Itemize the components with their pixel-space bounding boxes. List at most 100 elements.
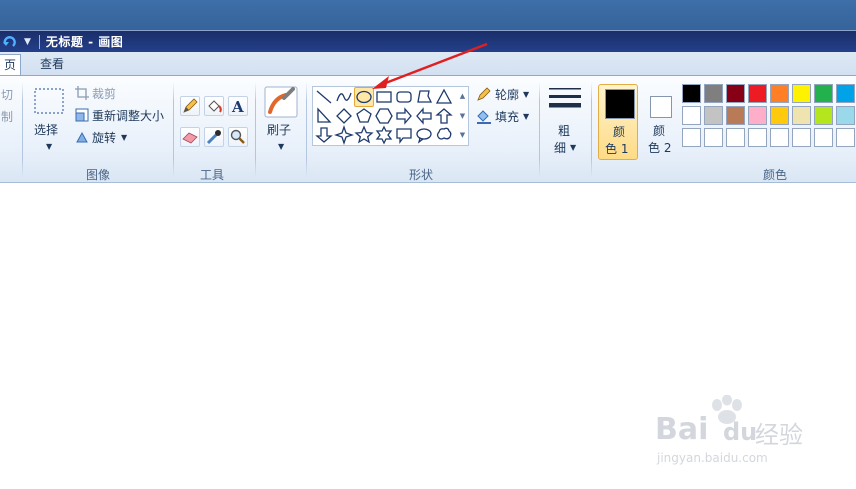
outline-dropdown-icon[interactable]: ▼ [523, 90, 529, 99]
palette-swatch[interactable] [814, 84, 833, 103]
palette-swatch[interactable] [726, 106, 745, 125]
select-label: 选择 [34, 123, 59, 137]
outline-pencil-icon [477, 87, 491, 101]
palette-swatch[interactable] [792, 84, 811, 103]
text-a-icon: A [231, 98, 244, 116]
magnifier-button[interactable] [228, 127, 248, 147]
up-arrow-shape-icon[interactable] [434, 106, 454, 126]
palette-swatch[interactable] [748, 106, 767, 125]
quick-access-dropdown-icon[interactable]: ▼ [24, 37, 31, 47]
outline-button[interactable]: 轮廓 [495, 86, 519, 103]
six-point-star-shape-icon[interactable] [374, 125, 394, 145]
cloud-callout-shape-icon[interactable] [434, 125, 454, 145]
shapes-group-label: 形状 [409, 168, 434, 182]
copy-button[interactable]: 制 [1, 108, 13, 125]
rotate-button[interactable]: 旋转 [92, 129, 116, 146]
group-divider [173, 82, 174, 178]
color2-swatch [650, 96, 672, 118]
group-divider [306, 82, 307, 178]
palette-swatch[interactable] [682, 128, 701, 147]
left-arrow-shape-icon[interactable] [414, 106, 434, 126]
color-picker-button[interactable] [204, 127, 224, 147]
shapes-expand-icon[interactable]: ▼ [457, 125, 468, 145]
palette-swatch[interactable] [770, 106, 789, 125]
color2-button[interactable]: 颜 色 2 [640, 84, 680, 160]
fill-button[interactable]: 填充 [495, 108, 519, 125]
palette-swatch[interactable] [704, 84, 723, 103]
watermark-brand: Bai [655, 412, 709, 447]
text-button[interactable]: A [228, 96, 248, 116]
fill-bucket-small-icon [477, 110, 491, 124]
shapes-gallery [312, 86, 469, 146]
group-divider [539, 82, 540, 178]
pentagon-shape-icon[interactable] [354, 106, 374, 126]
palette-swatch[interactable] [770, 84, 789, 103]
cut-button[interactable]: 切 [1, 86, 13, 103]
eraser-icon [182, 132, 198, 144]
right-triangle-shape-icon[interactable] [314, 106, 334, 126]
palette-swatch[interactable] [682, 106, 701, 125]
size-label-line1: 粗 [558, 124, 571, 138]
shapes-scroll-down-icon[interactable]: ▼ [457, 106, 468, 126]
curve-shape-icon[interactable] [334, 87, 354, 107]
palette-swatch[interactable] [682, 84, 701, 103]
size-button[interactable]: 粗 细 ▼ [546, 84, 586, 158]
palette-swatch[interactable] [726, 128, 745, 147]
palette-swatch[interactable] [814, 128, 833, 147]
window-title: 无标题 - 画图 [45, 35, 124, 49]
color1-label-line1: 颜 [613, 125, 626, 139]
palette-swatch[interactable] [814, 106, 833, 125]
redo-icon[interactable] [2, 34, 18, 50]
rotate-dropdown-icon[interactable]: ▼ [121, 133, 127, 142]
rounded-rectangle-shape-icon[interactable] [394, 87, 414, 107]
shapes-scroll-up-icon[interactable]: ▲ [457, 86, 468, 106]
right-arrow-shape-icon[interactable] [394, 106, 414, 126]
size-label-line2: 细 [554, 141, 567, 155]
line-shape-icon[interactable] [314, 87, 334, 107]
title-bar: ▼ 无标题 - 画图 [0, 30, 856, 52]
pencil-button[interactable] [180, 96, 200, 116]
eyedropper-icon [206, 130, 221, 145]
tab-view[interactable]: 查看 [28, 54, 76, 77]
resize-button[interactable]: 重新调整大小 [92, 107, 164, 124]
palette-swatch[interactable] [704, 128, 723, 147]
palette-swatch[interactable] [748, 128, 767, 147]
palette-swatch[interactable] [836, 84, 855, 103]
color1-button[interactable]: 颜 色 1 [598, 84, 638, 160]
palette-swatch[interactable] [836, 128, 855, 147]
palette-swatch[interactable] [792, 128, 811, 147]
watermark-brand-suffix: du [723, 418, 758, 446]
select-button[interactable]: 选择 ▼ [30, 86, 68, 158]
tab-home[interactable]: 页 [0, 54, 22, 77]
rect-callout-shape-icon[interactable] [394, 125, 414, 145]
palette-swatch[interactable] [726, 84, 745, 103]
down-arrow-shape-icon[interactable] [314, 125, 334, 145]
triangle-shape-icon[interactable] [434, 87, 454, 107]
four-point-star-shape-icon[interactable] [334, 125, 354, 145]
select-dropdown-icon: ▼ [46, 142, 53, 151]
group-divider [22, 82, 23, 178]
rectangle-shape-icon[interactable] [374, 87, 394, 107]
brushes-button[interactable]: 刷子 ▼ [261, 84, 301, 158]
fill-dropdown-icon[interactable]: ▼ [523, 112, 529, 121]
fill-bucket-button[interactable] [204, 96, 224, 116]
diamond-shape-icon[interactable] [334, 106, 354, 126]
palette-swatch[interactable] [704, 106, 723, 125]
palette-swatch[interactable] [836, 106, 855, 125]
palette-swatch[interactable] [792, 106, 811, 125]
ribbon-tab-bar: 页 查看 [0, 52, 856, 77]
polygon-shape-icon[interactable] [414, 87, 434, 107]
palette-swatch[interactable] [770, 128, 789, 147]
oval-shape-button[interactable] [354, 87, 374, 107]
five-point-star-shape-icon[interactable] [354, 125, 374, 145]
oval-callout-shape-icon[interactable] [414, 125, 434, 145]
hexagon-shape-icon[interactable] [374, 106, 394, 126]
tools-group-label: 工具 [200, 168, 225, 182]
eraser-button[interactable] [180, 127, 200, 147]
ribbon: 切 制 选择 ▼ 裁剪 重新调整大小 旋转 ▼ 图像 A 工具 刷子 ▼ ▲ ▼… [0, 75, 856, 183]
palette-swatch[interactable] [748, 84, 767, 103]
rotate-icon [76, 131, 88, 143]
color2-label-line2: 色 2 [648, 141, 672, 155]
colors-group-label: 颜色 [763, 168, 788, 182]
crop-button[interactable]: 裁剪 [92, 85, 116, 102]
